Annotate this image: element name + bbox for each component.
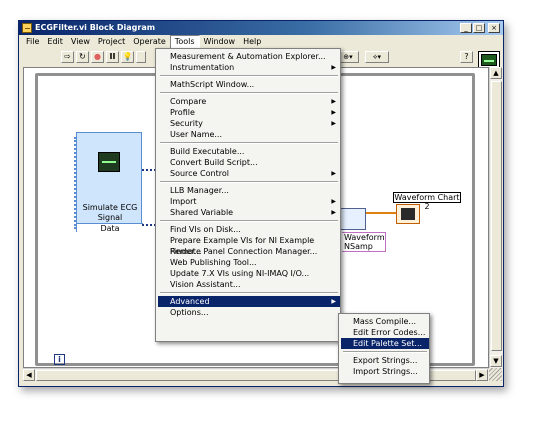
minimize-button[interactable]: _	[460, 23, 472, 33]
menu-project[interactable]: Project	[94, 35, 129, 49]
menu-item-security[interactable]: Security	[158, 118, 340, 129]
waveform-function-node[interactable]	[340, 208, 366, 230]
maximize-button[interactable]: □	[473, 23, 485, 33]
data-terminal[interactable]: Data	[77, 223, 143, 233]
menu-help[interactable]: Help	[239, 35, 265, 49]
menu-item-advanced[interactable]: Advanced	[158, 296, 340, 307]
vi-app-icon	[22, 23, 32, 33]
menu-item-web-publishing-tool[interactable]: Web Publishing Tool...	[158, 257, 340, 268]
context-help-icon[interactable]: ?	[460, 51, 473, 63]
resize-grip[interactable]	[489, 368, 502, 381]
data-terminal-label: Data	[100, 224, 120, 233]
scroll-up-icon[interactable]: ▲	[490, 67, 502, 79]
vertical-scroll-thumb[interactable]	[491, 81, 502, 351]
tools-menu: Measurement & Automation Explorer... Inst…	[155, 48, 341, 342]
menu-separator	[160, 142, 338, 144]
menu-view[interactable]: View	[67, 35, 94, 49]
run-continuously-icon[interactable]: ↻	[76, 51, 89, 63]
window-title: ECGFilter.vi Block Diagram	[35, 23, 156, 32]
chart-label: Waveform Chart 2	[393, 192, 461, 211]
highlight-execution-icon[interactable]: 💡	[121, 51, 134, 63]
menu-window[interactable]: Window	[200, 35, 240, 49]
menu-separator	[160, 75, 338, 77]
menu-bar: File Edit View Project Operate Tools Win…	[19, 35, 503, 49]
menu-item-import-strings[interactable]: Import Strings...	[341, 366, 429, 377]
menu-item-import[interactable]: Import	[158, 196, 340, 207]
node-title: Simulate ECG Signal	[82, 203, 138, 222]
reorder-icon[interactable]: ⟡▾	[365, 51, 389, 63]
menu-operate[interactable]: Operate	[129, 35, 170, 49]
ecg-waveform-icon	[98, 152, 120, 172]
menu-item-edit-error-codes[interactable]: Edit Error Codes...	[341, 327, 429, 338]
waveform-nsamp-label: Waveform NSamp	[342, 232, 386, 252]
waveform-chart-terminal[interactable]	[396, 204, 420, 224]
menu-edit[interactable]: Edit	[43, 35, 67, 49]
menu-item-measurement-automation-explorer[interactable]: Measurement & Automation Explorer...	[158, 51, 340, 62]
menu-item-prepare-example-vis-for-ni-example-finder[interactable]: Prepare Example VIs for NI Example Finde…	[158, 235, 340, 256]
menu-item-convert-build-script[interactable]: Convert Build Script...	[158, 157, 340, 168]
advanced-submenu: Mass Compile... Edit Error Codes... Edit P…	[338, 313, 430, 384]
menu-item-profile[interactable]: Profile	[158, 107, 340, 118]
close-button[interactable]: ×	[488, 23, 500, 33]
menu-item-compare[interactable]: Compare	[158, 96, 340, 107]
menu-item-options[interactable]: Options...	[158, 307, 340, 318]
retain-wire-values-icon[interactable]	[136, 51, 146, 63]
menu-item-source-control[interactable]: Source Control	[158, 168, 340, 179]
run-icon[interactable]: ⇨	[61, 51, 74, 63]
simulate-ecg-express-vi[interactable]: Simulate ECG Signal Data	[74, 132, 143, 233]
abort-execution-icon[interactable]: ●	[91, 51, 104, 63]
menu-item-instrumentation[interactable]: Instrumentation	[158, 62, 340, 73]
menu-item-user-name[interactable]: User Name...	[158, 129, 340, 140]
scroll-left-icon[interactable]: ◀	[23, 369, 35, 381]
chart-wire[interactable]	[366, 212, 396, 214]
menu-item-update-7-x-vis-using-ni-imaq-i-o[interactable]: Update 7.X VIs using NI-IMAQ I/O...	[158, 268, 340, 279]
menu-file[interactable]: File	[22, 35, 43, 49]
vertical-scrollbar[interactable]: ▲ ▼	[489, 67, 502, 368]
menu-item-shared-variable[interactable]: Shared Variable	[158, 207, 340, 218]
menu-item-remote-panel-connection-manager[interactable]: Remote Panel Connection Manager...	[158, 246, 340, 257]
vi-icon-graphic	[481, 54, 497, 66]
menu-separator	[343, 351, 427, 353]
scroll-right-icon[interactable]: ▶	[476, 369, 488, 381]
menu-item-edit-palette-set[interactable]: Edit Palette Set...	[341, 338, 429, 349]
menu-item-export-strings[interactable]: Export Strings...	[341, 355, 429, 366]
menu-separator	[160, 92, 338, 94]
menu-separator	[160, 181, 338, 183]
menu-separator	[160, 220, 338, 222]
info-icon[interactable]: i	[54, 354, 65, 365]
pause-icon[interactable]: II	[106, 51, 119, 63]
menu-item-build-executable[interactable]: Build Executable...	[158, 146, 340, 157]
title-bar[interactable]: ECGFilter.vi Block Diagram _ □ ×	[19, 21, 503, 35]
menu-item-mathscript-window[interactable]: MathScript Window...	[158, 79, 340, 90]
scroll-down-icon[interactable]: ▼	[490, 355, 502, 367]
menu-separator	[160, 292, 338, 294]
menu-item-find-vis-on-disk[interactable]: Find VIs on Disk...	[158, 224, 340, 235]
menu-item-vision-assistant[interactable]: Vision Assistant...	[158, 279, 340, 290]
menu-item-mass-compile[interactable]: Mass Compile...	[341, 316, 429, 327]
menu-item-llb-manager[interactable]: LLB Manager...	[158, 185, 340, 196]
menu-tools[interactable]: Tools	[169, 35, 200, 49]
